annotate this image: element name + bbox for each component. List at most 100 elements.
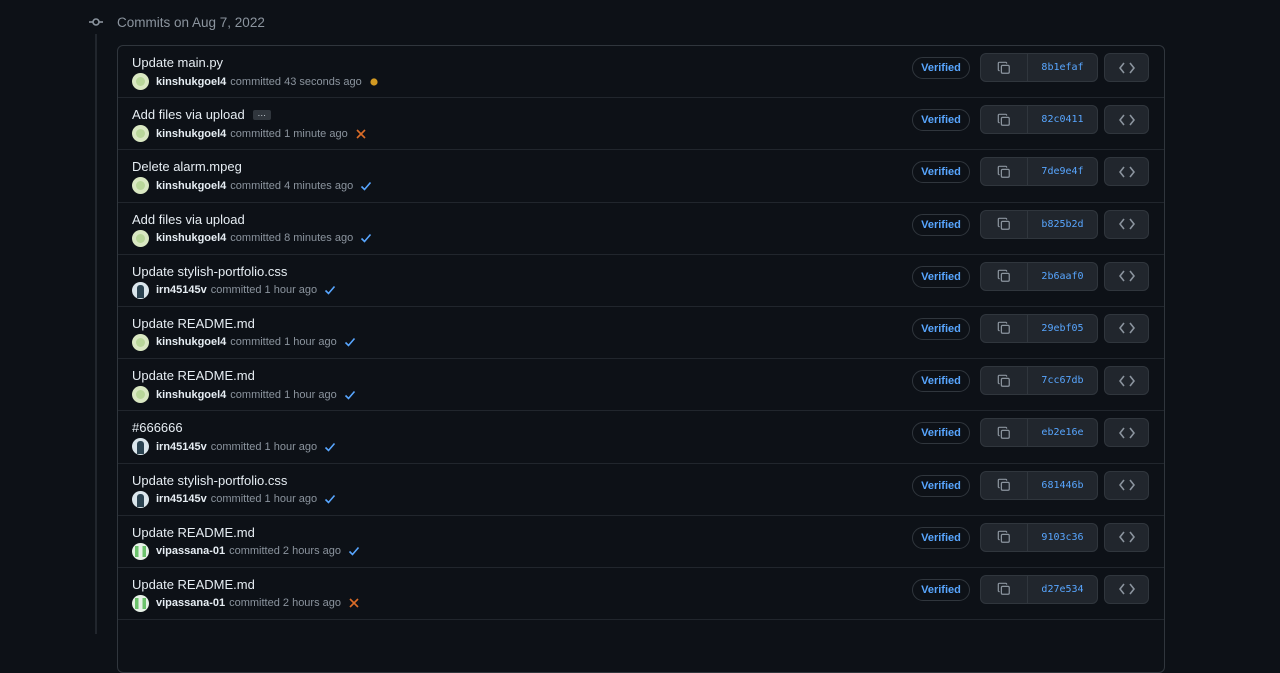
author-link[interactable]: kinshukgoel4 [156, 389, 226, 401]
browse-repo-button[interactable] [1104, 157, 1149, 187]
copy-icon [997, 61, 1011, 75]
commit-title-link[interactable]: Delete alarm.mpeg [132, 159, 242, 174]
avatar[interactable] [132, 281, 149, 299]
commit-sha-link[interactable]: 9103c36 [1028, 524, 1097, 551]
browse-repo-button[interactable] [1104, 366, 1149, 396]
verified-badge[interactable]: Verified [912, 57, 970, 79]
browse-repo-button[interactable] [1104, 105, 1149, 135]
avatar[interactable] [132, 490, 149, 508]
verified-badge[interactable]: Verified [912, 265, 970, 288]
browse-repo-button[interactable] [1104, 418, 1149, 448]
avatar[interactable] [132, 438, 149, 456]
commit-title-link[interactable]: Update stylish-portfolio.css [132, 473, 287, 488]
commit-title-link[interactable]: Add files via upload [132, 107, 245, 122]
verified-badge[interactable]: Verified [912, 526, 970, 549]
timeline-line [95, 34, 97, 634]
browse-repo-button[interactable] [1104, 313, 1149, 343]
commit-sha-link[interactable]: eb2e16e [1028, 419, 1097, 446]
browse-repo-button[interactable] [1104, 209, 1149, 239]
commit-sha-link[interactable]: b825b2d [1028, 211, 1097, 238]
author-link[interactable]: irn45145v [156, 493, 207, 505]
verified-badge[interactable]: Verified [912, 474, 970, 497]
commit-title-link[interactable]: Update README.md [132, 316, 255, 331]
browse-repo-button[interactable] [1104, 522, 1149, 552]
commit-sha-link[interactable]: 8b1efaf [1028, 54, 1097, 81]
code-icon [1118, 62, 1135, 74]
verified-badge[interactable]: Verified [912, 161, 970, 184]
commit-sha-link[interactable]: d27e534 [1028, 576, 1097, 603]
verified-badge[interactable]: Verified [912, 109, 970, 132]
avatar[interactable] [132, 125, 149, 143]
commit-actions: 7cc67db [980, 366, 1098, 396]
expand-message-button[interactable]: … [252, 108, 271, 120]
x-icon[interactable] [355, 128, 367, 140]
avatar[interactable] [132, 386, 149, 404]
avatar[interactable] [132, 177, 149, 195]
copy-icon [997, 530, 1011, 544]
commit-sha-link[interactable]: 2b6aaf0 [1028, 263, 1097, 290]
check-icon[interactable] [344, 336, 356, 348]
check-icon[interactable] [360, 232, 372, 244]
browse-repo-button[interactable] [1104, 261, 1149, 291]
author-link[interactable]: kinshukgoel4 [156, 232, 226, 244]
commit-time: committed 1 hour ago [230, 388, 337, 401]
author-link[interactable]: irn45145v [156, 441, 207, 453]
commit-sha-link[interactable]: 29ebf05 [1028, 315, 1097, 342]
verified-badge[interactable]: Verified [912, 213, 970, 236]
verified-badge[interactable]: Verified [912, 370, 970, 393]
commit-message-line: Update README.md [132, 577, 255, 592]
check-icon[interactable] [324, 493, 336, 505]
pending-dot-icon[interactable] [369, 77, 379, 87]
commit-actions: 9103c36 [980, 522, 1098, 552]
copy-sha-button[interactable] [981, 314, 1028, 342]
avatar[interactable] [132, 73, 149, 90]
author-link[interactable]: irn45145v [156, 284, 207, 296]
author-link[interactable]: kinshukgoel4 [156, 336, 226, 348]
commit-title-link[interactable]: Update stylish-portfolio.css [132, 264, 287, 279]
code-icon [1118, 322, 1135, 334]
browse-repo-button[interactable] [1104, 574, 1149, 604]
avatar[interactable] [132, 333, 149, 351]
check-icon[interactable] [324, 284, 336, 296]
verified-badge[interactable]: Verified [912, 317, 970, 340]
commit-title-link[interactable]: Update README.md [132, 368, 255, 383]
commit-sha-link[interactable]: 82c0411 [1028, 106, 1097, 133]
copy-sha-button[interactable] [981, 210, 1028, 238]
commit-title-link[interactable]: Add files via upload [132, 212, 245, 227]
copy-sha-button[interactable] [981, 471, 1028, 499]
verified-badge[interactable]: Verified [912, 578, 970, 601]
browse-repo-button[interactable] [1104, 53, 1149, 82]
copy-sha-button[interactable] [981, 575, 1028, 603]
copy-sha-button[interactable] [981, 419, 1028, 447]
author-link[interactable]: vipassana-01 [156, 597, 225, 609]
copy-sha-button[interactable] [981, 367, 1028, 395]
commit-sha-link[interactable]: 7de9e4f [1028, 158, 1097, 185]
author-link[interactable]: kinshukgoel4 [156, 76, 226, 88]
commit-title-link[interactable]: Update main.py [132, 55, 223, 70]
check-icon[interactable] [324, 441, 336, 453]
commit-sha-link[interactable]: 7cc67db [1028, 367, 1097, 394]
check-icon[interactable] [344, 389, 356, 401]
author-link[interactable]: vipassana-01 [156, 545, 225, 557]
commit-title-link[interactable]: Update README.md [132, 577, 255, 592]
check-icon[interactable] [348, 545, 360, 557]
commit-sha-link[interactable]: 681446b [1028, 472, 1097, 499]
avatar[interactable] [132, 594, 149, 612]
copy-sha-button[interactable] [981, 158, 1028, 186]
commit-title-link[interactable]: Update README.md [132, 525, 255, 540]
copy-sha-button[interactable] [981, 523, 1028, 551]
author-link[interactable]: kinshukgoel4 [156, 180, 226, 192]
author-link[interactable]: kinshukgoel4 [156, 128, 226, 140]
copy-icon [997, 374, 1011, 388]
check-icon[interactable] [360, 180, 372, 192]
browse-repo-button[interactable] [1104, 470, 1149, 500]
copy-sha-button[interactable] [981, 54, 1028, 81]
x-icon[interactable] [348, 597, 360, 609]
copy-sha-button[interactable] [981, 106, 1028, 134]
commit-title-link[interactable]: #666666 [132, 420, 183, 435]
verified-badge[interactable]: Verified [912, 422, 970, 445]
avatar[interactable] [132, 542, 149, 560]
avatar[interactable] [132, 229, 149, 247]
copy-sha-button[interactable] [981, 262, 1028, 290]
commit-list: Update main.py kinshukgoel4 committed 43… [117, 45, 1165, 673]
